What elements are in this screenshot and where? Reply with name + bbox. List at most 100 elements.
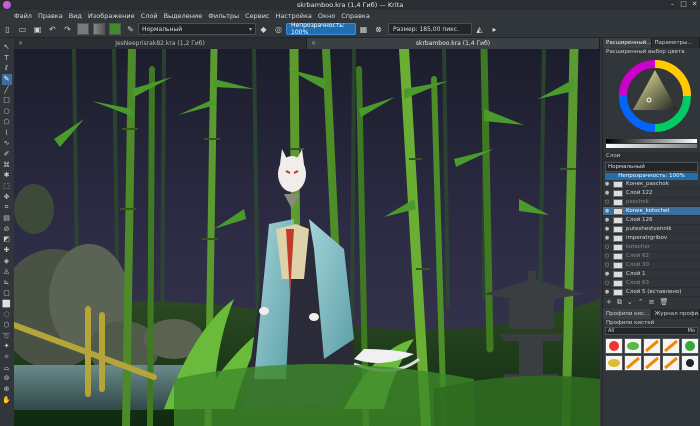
tab-document-1[interactable]: ✕ JesNeeprisrak82.kra (1,2 Гиб) xyxy=(14,38,307,49)
select-shapes-icon[interactable]: ↖ xyxy=(2,42,12,53)
visibility-eye-icon[interactable]: ● xyxy=(603,226,611,232)
visibility-eye-icon[interactable]: ● xyxy=(603,271,611,277)
alpha-lock-icon[interactable]: ▦ xyxy=(358,24,369,35)
open-icon[interactable]: ▭ xyxy=(17,24,28,35)
tab-document-2[interactable]: ✕ skrbamboo.kra (1,4 Гиб) xyxy=(307,38,600,49)
close-icon[interactable]: ✕ xyxy=(691,1,698,8)
brush-preset[interactable] xyxy=(624,355,642,371)
measure-tool-icon[interactable]: ⊾ xyxy=(2,277,12,288)
tab-brush-presets[interactable]: Профили кис... xyxy=(603,309,652,319)
move-tool-icon[interactable]: ✥ xyxy=(2,192,12,203)
layer-row[interactable]: ○ paschok xyxy=(603,198,700,207)
menu-tools[interactable]: Сервис xyxy=(245,12,269,20)
fill-tool-icon[interactable]: ◈ xyxy=(2,256,12,267)
rect-select-icon[interactable]: ⬜ xyxy=(2,299,12,310)
rectangle-tool-icon[interactable]: □ xyxy=(2,95,12,106)
brush-preset[interactable] xyxy=(643,355,661,371)
multibrush-icon[interactable]: ✱ xyxy=(2,170,12,181)
polygon-select-icon[interactable]: ⬡ xyxy=(2,320,12,331)
brush-tag-filter[interactable]: All Mo xyxy=(605,327,698,335)
reference-tool-icon[interactable]: ▢ xyxy=(2,288,12,299)
mirror-horizontal-icon[interactable]: ◭ xyxy=(474,24,485,35)
foreground-color-swatch[interactable] xyxy=(77,23,89,35)
layer-row[interactable]: ○ Слой 62 xyxy=(603,252,700,261)
magnetic-select-icon[interactable]: ⊚ xyxy=(2,373,12,384)
reset-icon[interactable]: ◎ xyxy=(273,24,284,35)
mirror-vertical-icon[interactable]: ▸ xyxy=(489,24,500,35)
contiguous-select-icon[interactable]: ✦ xyxy=(2,341,12,352)
smart-patch-icon[interactable]: ✚ xyxy=(2,245,12,256)
bezier-tool-icon[interactable]: ∿ xyxy=(2,138,12,149)
polygon-tool-icon[interactable]: ⬠ xyxy=(2,117,12,128)
pattern-swatch[interactable] xyxy=(109,23,121,35)
menu-layer[interactable]: Слой xyxy=(141,12,158,20)
text-tool-icon[interactable]: T xyxy=(2,53,12,64)
undo-icon[interactable]: ↶ xyxy=(47,24,58,35)
visibility-eye-icon[interactable]: ● xyxy=(603,289,611,295)
tab-tool-options[interactable]: Параметры... xyxy=(651,38,700,48)
saturation-slider[interactable] xyxy=(606,144,697,148)
maximize-icon[interactable]: □ xyxy=(680,1,687,8)
color-wheel[interactable] xyxy=(603,56,700,138)
dynamic-brush-icon[interactable]: ⌘ xyxy=(2,160,12,171)
menu-select[interactable]: Выделение xyxy=(164,12,203,20)
brush-presets-icon[interactable]: ✎ xyxy=(125,24,136,35)
color-picker-icon[interactable]: ⊘ xyxy=(2,224,12,235)
layer-row[interactable]: ● Слой 1 xyxy=(603,270,700,279)
new-document-icon[interactable]: ▯ xyxy=(2,24,13,35)
transform-tool-icon[interactable]: ⬚ xyxy=(2,181,12,192)
gradient-swatch[interactable] xyxy=(93,23,105,35)
similar-select-icon[interactable]: ✧ xyxy=(2,352,12,363)
visibility-eye-icon[interactable]: ○ xyxy=(603,244,611,250)
visibility-eye-icon[interactable]: ● xyxy=(603,208,611,214)
calligraphy-icon[interactable]: ℓ xyxy=(2,63,12,74)
save-icon[interactable]: ▣ xyxy=(32,24,43,35)
colorize-mask-icon[interactable]: ◩ xyxy=(2,234,12,245)
redo-icon[interactable]: ↷ xyxy=(62,24,73,35)
layer-row[interactable]: ● Слой 126 xyxy=(603,216,700,225)
brush-preset[interactable] xyxy=(605,355,623,371)
brush-preset[interactable] xyxy=(681,338,699,354)
menu-settings[interactable]: Настройка xyxy=(275,12,311,20)
close-tab-icon[interactable]: ✕ xyxy=(18,40,23,47)
layer-row[interactable]: ● putеshestvennik xyxy=(603,225,700,234)
polyline-tool-icon[interactable]: ⌇ xyxy=(2,128,12,139)
layer-row[interactable]: ● Kонек_paschok xyxy=(603,180,700,189)
layer-row[interactable]: ● imperatrgribov xyxy=(603,234,700,243)
add-layer-icon[interactable]: + xyxy=(606,298,612,306)
brush-preset[interactable] xyxy=(624,338,642,354)
menu-filters[interactable]: Фильтры xyxy=(208,12,239,20)
layer-row[interactable]: ○ Слой 63 xyxy=(603,279,700,288)
value-slider[interactable] xyxy=(606,139,697,143)
crop-tool-icon[interactable]: ⌗ xyxy=(2,202,12,213)
layer-blend-select[interactable]: Нормальный xyxy=(605,162,698,172)
menu-help[interactable]: Справка xyxy=(341,12,370,20)
brush-preset[interactable] xyxy=(605,338,623,354)
visibility-eye-icon[interactable]: ○ xyxy=(603,280,611,286)
ellipse-select-icon[interactable]: ◌ xyxy=(2,309,12,320)
visibility-eye-icon[interactable]: ● xyxy=(603,235,611,241)
menu-window[interactable]: Окно xyxy=(318,12,335,20)
layer-row[interactable]: ● Koneк_kotochet xyxy=(603,207,700,216)
eraser-mode-icon[interactable]: ◆ xyxy=(258,24,269,35)
layer-opacity-slider[interactable]: Непрозрачность: 100% xyxy=(605,173,698,180)
ellipse-tool-icon[interactable]: ○ xyxy=(2,106,12,117)
freehand-brush-icon[interactable]: ✎ xyxy=(1,74,12,85)
freehand-select-icon[interactable]: ➰ xyxy=(2,331,12,342)
move-down-icon[interactable]: ⌄ xyxy=(627,298,633,306)
wrap-icon[interactable]: ⊗ xyxy=(373,24,384,35)
visibility-eye-icon[interactable]: ● xyxy=(603,190,611,196)
menu-file[interactable]: Файл xyxy=(14,12,32,20)
layer-row[interactable]: ○ Слой 30 xyxy=(603,261,700,270)
blend-mode-select[interactable]: Нормальный ▾ xyxy=(138,23,256,35)
visibility-eye-icon[interactable]: ○ xyxy=(603,262,611,268)
assistant-tool-icon[interactable]: ◬ xyxy=(2,266,12,277)
duplicate-layer-icon[interactable]: ⧉ xyxy=(617,298,622,307)
tab-brush-history[interactable]: Журнал профилей... xyxy=(651,309,700,319)
layer-row[interactable]: ● Слой 122 xyxy=(603,189,700,198)
canvas[interactable] xyxy=(14,49,600,426)
layer-row[interactable]: ● Слой 5 (вставлено) xyxy=(603,288,700,297)
line-tool-icon[interactable]: ╱ xyxy=(2,85,12,96)
visibility-eye-icon[interactable]: ○ xyxy=(603,199,611,205)
size-slider[interactable]: Размер: 185,00 пикс. xyxy=(388,23,472,35)
